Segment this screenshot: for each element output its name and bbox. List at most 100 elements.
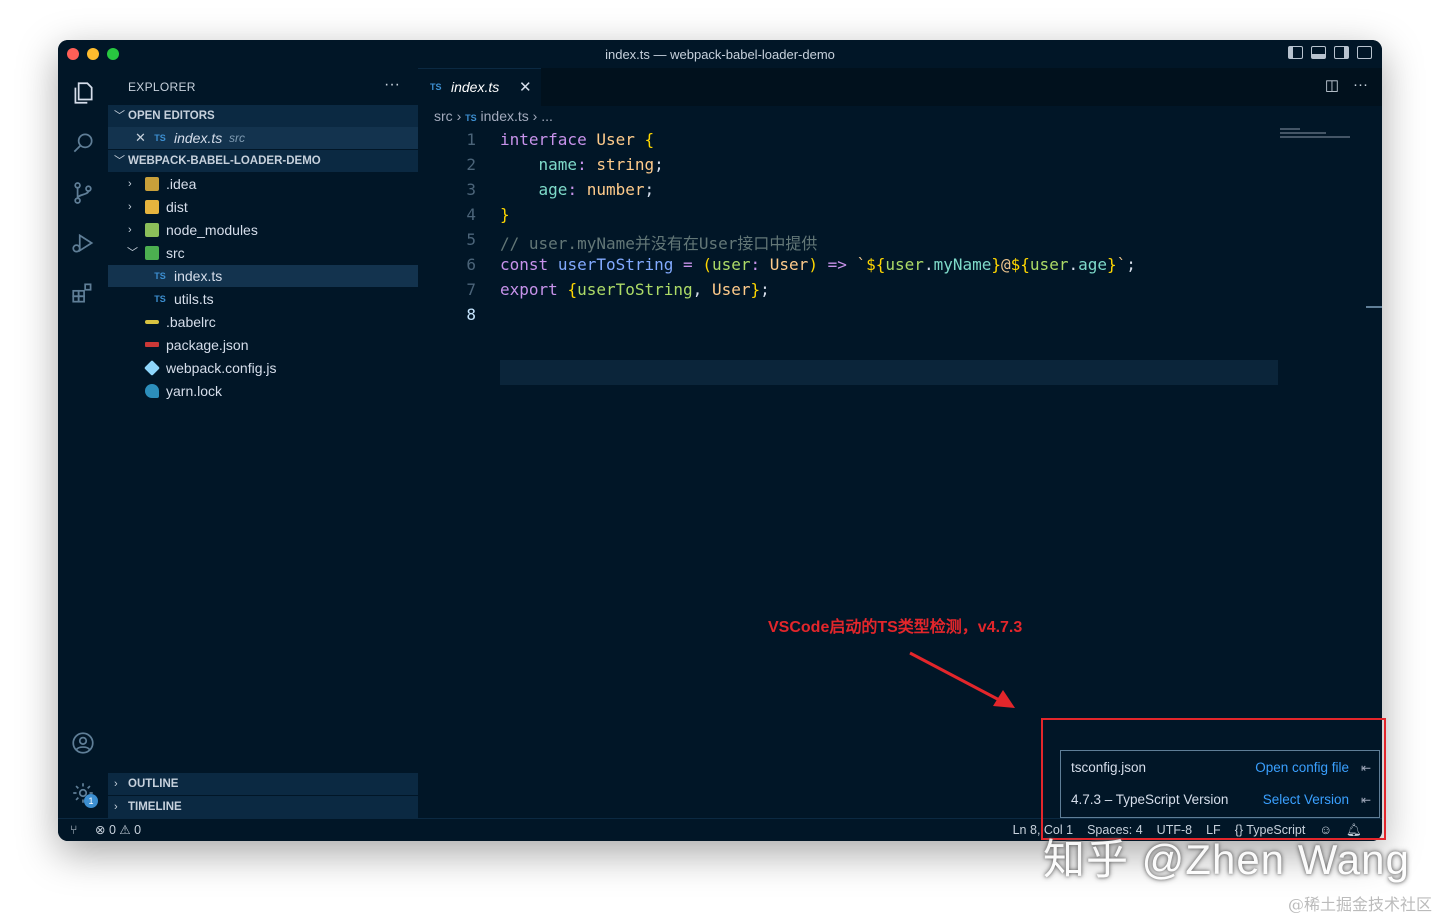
settings-badge: 1 [84, 794, 98, 808]
timeline-section[interactable]: › TIMELINE [108, 796, 418, 818]
line-number: 3 [466, 180, 476, 199]
breadcrumb-symbol[interactable]: ... [541, 108, 553, 124]
breadcrumb: src › TS index.ts › ... [434, 108, 553, 124]
chevron-right-icon: › [456, 108, 466, 124]
babel-icon [145, 320, 159, 324]
search-icon[interactable] [70, 130, 96, 156]
open-editors-label: OPEN EDITORS [128, 110, 215, 122]
editor-tabs: TS index.ts ✕ ◫ ··· [418, 68, 1382, 107]
pin-icon[interactable]: ⇤ [1361, 790, 1371, 810]
account-icon[interactable] [70, 730, 96, 756]
tab-index-ts[interactable]: TS index.ts ✕ [418, 68, 541, 107]
remote-icon[interactable]: ⑂ [70, 823, 78, 837]
chevron-down-icon: ﹀ [114, 155, 125, 167]
window-title: index.ts — webpack-babel-loader-demo [605, 47, 835, 62]
project-label: WEBPACK-BABEL-LOADER-DEMO [128, 155, 321, 167]
tree-item-src[interactable]: ﹀ src [108, 242, 418, 264]
watermark: 知乎 @Zhen Wang [1043, 836, 1410, 883]
code-line-2: name: string; [538, 155, 664, 174]
editor-area: TS index.ts ✕ ◫ ··· src › TS index.ts › … [418, 68, 1382, 818]
outline-section[interactable]: › OUTLINE [108, 773, 418, 795]
annotation-arrow-icon [909, 651, 1015, 708]
tree-item-dist[interactable]: › dist [108, 196, 418, 218]
project-section[interactable]: ﹀ WEBPACK-BABEL-LOADER-DEMO [108, 150, 418, 172]
chevron-right-icon: › [128, 201, 132, 213]
open-config-file-link[interactable]: Open config file [1255, 758, 1349, 778]
run-debug-icon[interactable] [70, 230, 96, 256]
source-control-icon[interactable] [70, 180, 96, 206]
tree-item-package-json[interactable]: package.json [108, 334, 418, 356]
explorer-sidebar: EXPLORER ··· ﹀ OPEN EDITORS ✕ TS index.t… [108, 68, 418, 818]
folder-icon [145, 223, 159, 237]
chevron-right-icon: › [114, 778, 118, 790]
tree-item-yarn-lock[interactable]: yarn.lock [108, 380, 418, 402]
chevron-right-icon: › [532, 108, 542, 124]
webpack-icon [144, 360, 160, 376]
open-editor-item[interactable]: ✕ TS index.ts src [108, 127, 418, 149]
status-left: ⑂ ⊗ 0 ⚠ 0 [70, 819, 141, 841]
breadcrumb-file[interactable]: index.ts [481, 108, 529, 124]
title-bar: index.ts — webpack-babel-loader-demo [58, 40, 1382, 69]
line-number: 8 [466, 305, 476, 324]
extensions-icon[interactable] [70, 280, 96, 306]
tab-label: index.ts [451, 79, 500, 95]
typescript-icon: TS [154, 133, 166, 143]
folder-icon [145, 177, 159, 191]
tree-item-webpack-config[interactable]: webpack.config.js [108, 357, 418, 379]
code-line-5: // user.myName并没有在User接口中提供 [500, 234, 818, 253]
layout-controls [1288, 46, 1372, 59]
line-number: 7 [466, 280, 476, 299]
typescript-icon: TS [154, 294, 166, 304]
typescript-icon: TS [430, 82, 442, 92]
tree-item-node-modules[interactable]: › node_modules [108, 219, 418, 241]
toggle-sidebar-icon[interactable] [1288, 46, 1303, 59]
line-number: 4 [466, 205, 476, 224]
explorer-more-icon[interactable]: ··· [384, 76, 400, 94]
explorer-icon[interactable] [70, 80, 96, 106]
popup-row-tsconfig: tsconfig.json Open config file ⇤ [1071, 758, 1371, 778]
editor-actions: ◫ ··· [1325, 76, 1368, 94]
tree-item-babelrc[interactable]: .babelrc [108, 311, 418, 333]
warning-icon: ⚠ [119, 823, 131, 837]
line-number: 1 [466, 130, 476, 149]
open-editor-name: index.ts [174, 130, 223, 146]
line-number: 5 [466, 230, 476, 249]
chevron-right-icon: › [128, 224, 132, 236]
chevron-right-icon: › [114, 801, 118, 813]
code-line-3: age: number; [538, 180, 655, 199]
credit-watermark: @稀土掘金技术社区 [1287, 895, 1432, 914]
typescript-status-popup: tsconfig.json Open config file ⇤ 4.7.3 –… [1060, 750, 1380, 818]
popup-row-version: 4.7.3 – TypeScript Version Select Versio… [1071, 790, 1371, 810]
chevron-down-icon: ﹀ [114, 110, 125, 122]
close-icon[interactable]: ✕ [135, 127, 146, 149]
code-line-6: const userToString = (user: User) => `${… [500, 255, 1136, 274]
close-tab-icon[interactable]: ✕ [519, 78, 532, 96]
editor-more-icon[interactable]: ··· [1353, 76, 1368, 94]
minimap[interactable] [1280, 128, 1352, 146]
open-editor-path: src [229, 131, 245, 145]
chevron-right-icon: › [128, 178, 132, 190]
code-line-4: } [500, 205, 510, 224]
tree-item-idea[interactable]: › .idea [108, 173, 418, 195]
split-editor-icon[interactable]: ◫ [1325, 76, 1339, 94]
scrollbar-marker[interactable] [1366, 306, 1382, 308]
toggle-panel-icon[interactable] [1311, 46, 1326, 59]
error-icon: ⊗ [95, 823, 106, 837]
errors-indicator[interactable]: ⊗ 0 ⚠ 0 [95, 823, 141, 837]
settings-gear-icon[interactable]: 1 [70, 780, 98, 808]
typescript-icon: TS [465, 113, 477, 123]
chevron-down-icon: ﹀ [127, 247, 138, 259]
toggle-secondary-sidebar-icon[interactable] [1334, 46, 1349, 59]
pin-icon[interactable]: ⇤ [1361, 758, 1371, 778]
line-number: 6 [466, 255, 476, 274]
tree-item-index-ts[interactable]: TS index.ts [108, 265, 418, 287]
breadcrumb-folder[interactable]: src [434, 108, 453, 124]
activity-bar: 1 [58, 68, 108, 818]
open-editors-section[interactable]: ﹀ OPEN EDITORS [108, 105, 418, 127]
tree-item-utils-ts[interactable]: TS utils.ts [108, 288, 418, 310]
typescript-icon: TS [154, 271, 166, 281]
explorer-title: EXPLORER [128, 80, 196, 94]
select-version-link[interactable]: Select Version [1263, 790, 1349, 810]
annotation-text: VSCode启动的TS类型检测，v4.7.3 [768, 619, 1023, 636]
customize-layout-icon[interactable] [1357, 46, 1372, 59]
